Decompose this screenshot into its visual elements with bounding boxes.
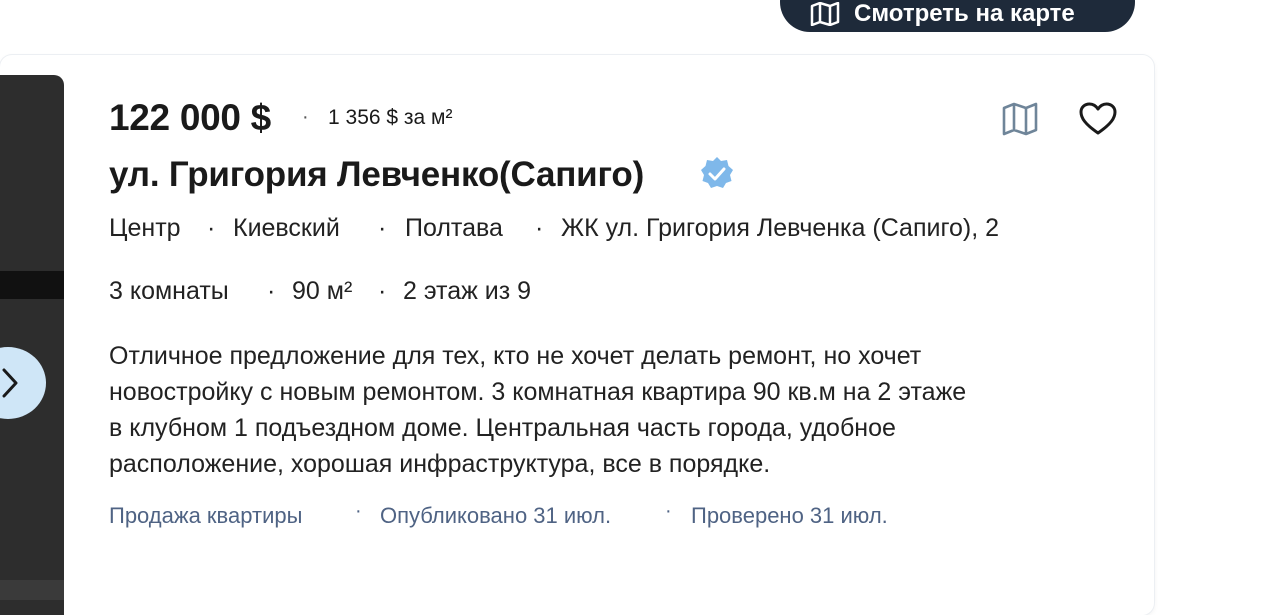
heart-icon — [1079, 102, 1117, 135]
description-line: расположение, хорошая инфраструктура, вс… — [109, 450, 771, 478]
separator-dot: · — [355, 500, 362, 522]
verified-badge-icon — [700, 156, 734, 192]
separator-dot: · — [535, 214, 544, 242]
favorite-button[interactable] — [1078, 99, 1118, 139]
location-area[interactable]: Киевский — [233, 214, 340, 243]
meta-verified-date: Проверено 31 июл. — [691, 503, 888, 528]
separator-dot: · — [378, 277, 387, 305]
photo-detail — [0, 271, 64, 299]
show-on-map-button[interactable]: Смотреть на карте — [780, 0, 1135, 32]
listing-price: 122 000 $ — [109, 97, 271, 138]
param-floor: 2 этаж из 9 — [403, 277, 532, 305]
param-rooms: 3 комнаты — [109, 277, 229, 305]
chevron-right-icon — [2, 368, 18, 398]
price-per-m2: 1 356 $ за м² — [328, 106, 453, 129]
location-complex[interactable]: ЖК ул. Григория Левченка (Сапиго), 2 — [561, 214, 999, 243]
description-line: новостройку с новым ремонтом. 3 комнатна… — [109, 378, 967, 406]
location-city[interactable]: Полтава — [405, 214, 503, 243]
separator-dot: · — [207, 214, 216, 242]
description-line: Отличное предложение для тех, кто не хоч… — [109, 342, 922, 370]
listing-card[interactable] — [0, 55, 1154, 615]
map-icon — [810, 1, 840, 27]
separator-dot: · — [267, 277, 276, 305]
show-listing-on-map-button[interactable] — [1000, 99, 1040, 139]
separator-dot: · — [665, 500, 672, 522]
listing-photo[interactable] — [0, 75, 64, 615]
separator-dot: · — [378, 214, 387, 242]
meta-listing-type: Продажа квартиры — [109, 503, 303, 528]
show-on-map-label: Смотреть на карте — [854, 0, 1075, 27]
listing-address-title[interactable]: ул. Григория Левченко(Сапиго) — [109, 155, 644, 195]
map-icon — [1002, 102, 1038, 136]
description-line: в клубном 1 подъездном доме. Центральная… — [109, 414, 896, 442]
meta-published-date: Опубликовано 31 июл. — [380, 503, 612, 528]
location-district[interactable]: Центр — [109, 214, 181, 243]
param-area: 90 м² — [292, 277, 353, 305]
listing-description[interactable]: Отличное предложение для тех, кто не хоч… — [109, 338, 1139, 482]
separator-dot: · — [302, 106, 309, 128]
photo-detail — [0, 580, 64, 600]
